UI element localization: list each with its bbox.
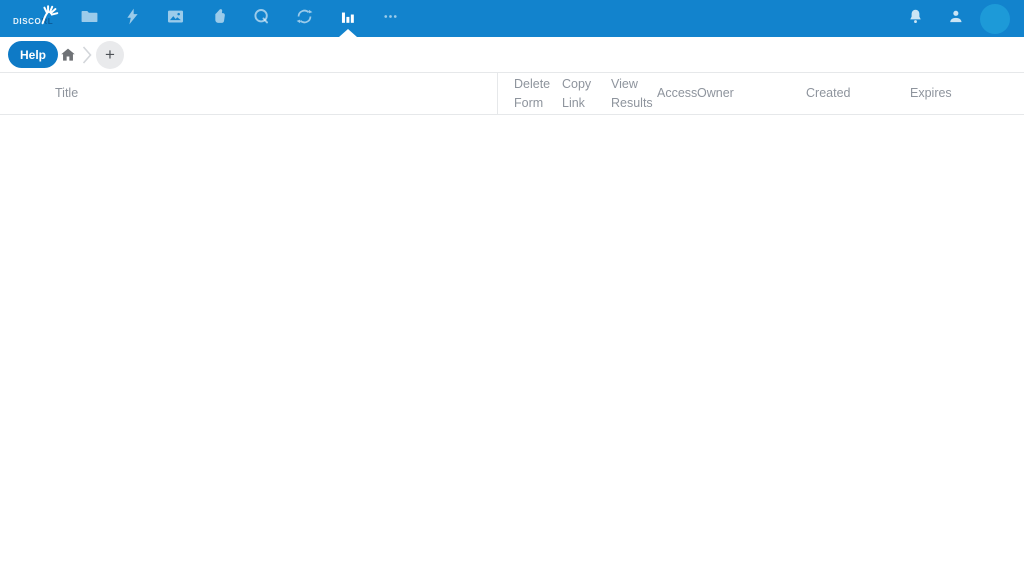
search-icon xyxy=(252,7,271,31)
topbar-right-group xyxy=(900,0,1024,37)
top-navigation-bar: DISCORL xyxy=(0,0,1024,37)
primary-nav xyxy=(68,0,412,37)
add-form-button[interactable]: + xyxy=(96,41,124,69)
breadcrumb-toolbar: Help + xyxy=(0,37,1024,72)
column-header-created[interactable]: Created xyxy=(806,73,850,114)
forms-table-header: Title Delete Form Copy Link View Results… xyxy=(0,72,1024,115)
bar-chart-icon xyxy=(338,7,357,31)
active-tab-caret xyxy=(338,29,357,37)
column-header-delete-form[interactable]: Delete Form xyxy=(514,75,550,113)
help-button[interactable]: Help xyxy=(8,41,59,68)
thumbs-up-icon xyxy=(209,7,228,31)
nav-item-reports-active[interactable] xyxy=(326,0,369,37)
column-header-access[interactable]: Access xyxy=(657,73,697,114)
nav-item-image[interactable] xyxy=(154,0,197,37)
chevron-right-icon xyxy=(81,45,93,65)
more-ellipsis-icon xyxy=(381,7,400,31)
column-header-expires[interactable]: Expires xyxy=(910,73,952,114)
home-icon[interactable] xyxy=(59,46,77,64)
bell-icon xyxy=(907,8,924,30)
lightning-icon xyxy=(123,7,142,31)
avatar[interactable] xyxy=(980,3,1010,34)
account-button[interactable] xyxy=(940,0,970,37)
sync-icon xyxy=(295,7,314,31)
hand-logo-icon xyxy=(38,4,60,25)
column-header-title[interactable]: Title xyxy=(55,73,78,114)
app-window: DISCORL Help + Title Delete Form Copy Li… xyxy=(0,0,1024,569)
nav-item-thumbs-up[interactable] xyxy=(197,0,240,37)
notifications-button[interactable] xyxy=(900,0,930,37)
nav-item-sync[interactable] xyxy=(283,0,326,37)
nav-item-lightning[interactable] xyxy=(111,0,154,37)
column-header-copy-link[interactable]: Copy Link xyxy=(562,75,591,113)
image-icon xyxy=(166,7,185,31)
app-logo[interactable]: DISCORL xyxy=(0,0,68,37)
user-icon xyxy=(947,8,964,30)
nav-item-folder[interactable] xyxy=(68,0,111,37)
folder-icon xyxy=(80,7,99,31)
forms-table-body-empty xyxy=(0,115,1024,569)
column-divider xyxy=(497,73,498,114)
column-header-view-results[interactable]: View Results xyxy=(611,75,653,113)
nav-item-search[interactable] xyxy=(240,0,283,37)
nav-item-more[interactable] xyxy=(369,0,412,37)
column-header-owner[interactable]: Owner xyxy=(697,73,734,114)
